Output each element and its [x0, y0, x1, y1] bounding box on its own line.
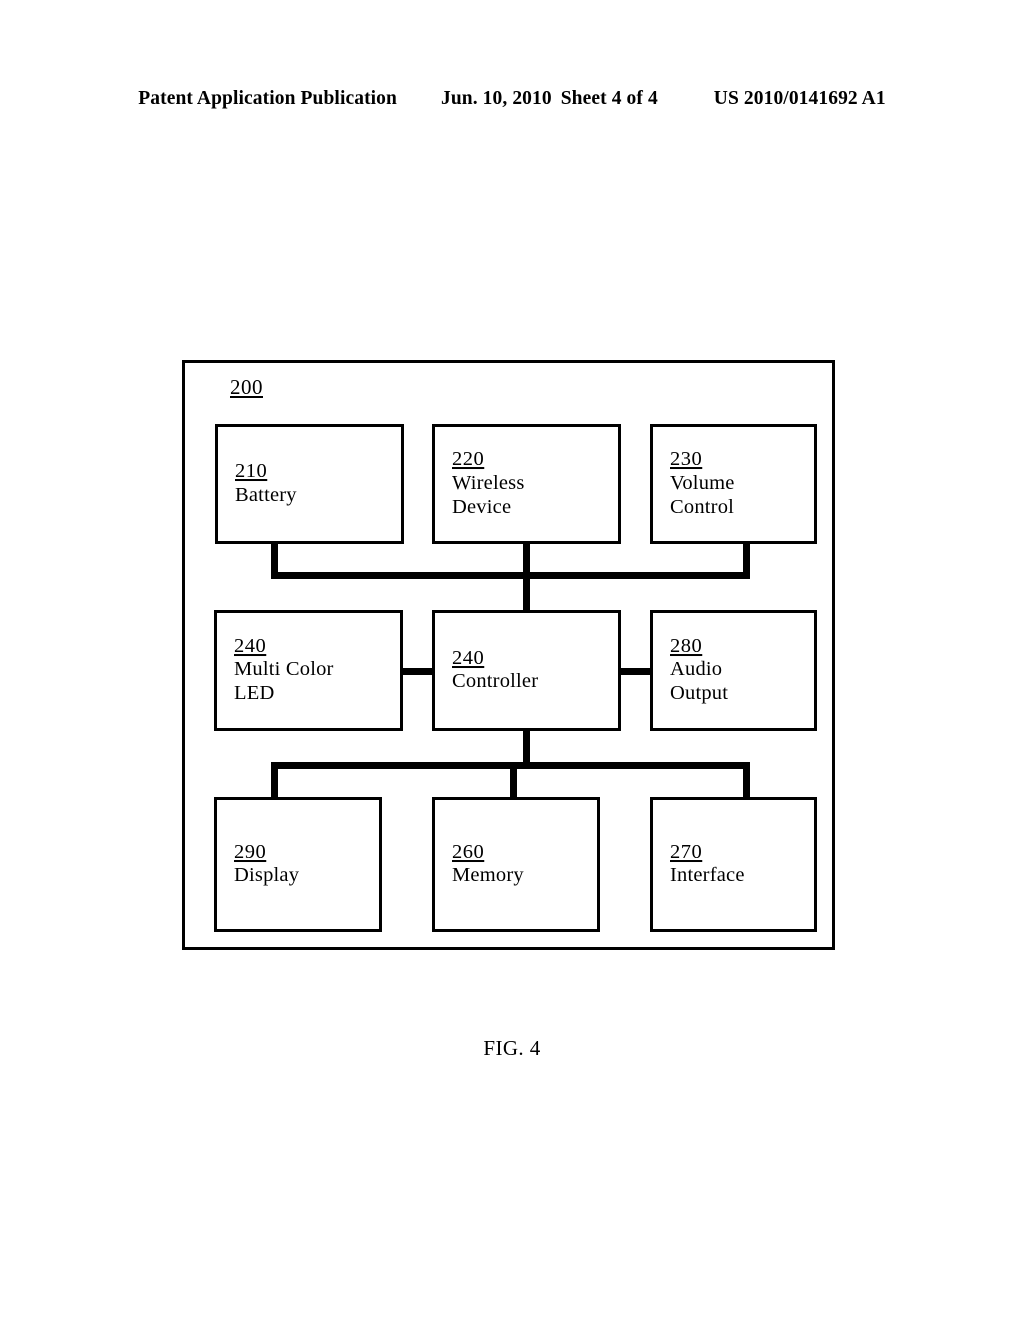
block-multi-color-led-label: Multi Color LED: [234, 658, 334, 705]
block-battery: 210 Battery: [215, 424, 404, 544]
block-audio-output-label: Audio Output: [670, 658, 729, 705]
block-memory-text: 260 Memory: [452, 841, 524, 889]
block-wireless-device-ref: 220: [452, 448, 485, 471]
publication-title: Patent Application Publication: [138, 88, 397, 109]
block-controller-text: 240 Controller: [452, 647, 538, 695]
block-interface-ref: 270: [670, 840, 703, 863]
page-header: Patent Application Publication Jun. 10, …: [0, 88, 1024, 118]
connector-led-to-controller: [400, 668, 435, 675]
block-volume-control-label: Volume Control: [670, 472, 735, 518]
block-volume-control: 230 Volume Control: [650, 424, 817, 544]
block-display: 290 Display: [214, 797, 382, 932]
block-volume-control-text: 230 Volume Control: [670, 448, 735, 520]
block-multi-color-led: 240 Multi Color LED: [214, 610, 403, 731]
block-interface-text: 270 Interface: [670, 841, 745, 889]
system-reference-numeral: 200: [230, 375, 263, 399]
block-multi-color-led-text: 240 Multi Color LED: [234, 635, 334, 707]
block-memory-label: Memory: [452, 864, 524, 887]
connector-bus-to-interface: [743, 762, 750, 800]
block-wireless-device-text: 220 Wireless Device: [452, 448, 525, 520]
connector-bus-to-memory: [510, 762, 517, 800]
block-wireless-device-label: Wireless Device: [452, 472, 525, 518]
patent-number: US 2010/0141692 A1: [713, 88, 886, 109]
block-interface-label: Interface: [670, 864, 745, 887]
block-memory: 260 Memory: [432, 797, 600, 932]
block-display-ref: 290: [234, 840, 267, 863]
figure-caption: FIG. 4: [483, 1036, 541, 1060]
sheet-number: Sheet 4 of 4: [560, 88, 658, 109]
block-audio-output-text: 280 Audio Output: [670, 635, 728, 707]
connector-controller-to-audio: [618, 668, 653, 675]
block-controller: 240 Controller: [432, 610, 621, 731]
connector-bus-to-controller: [523, 572, 530, 613]
block-controller-label: Controller: [452, 670, 539, 693]
block-controller-ref: 240: [452, 646, 485, 669]
upper-bus-line: [271, 572, 750, 579]
block-multi-color-led-ref: 240: [234, 634, 267, 657]
block-wireless-device: 220 Wireless Device: [432, 424, 621, 544]
connector-bus-to-display: [271, 762, 278, 800]
block-display-label: Display: [234, 864, 300, 887]
block-battery-ref: 210: [235, 460, 268, 483]
block-display-text: 290 Display: [234, 841, 299, 889]
block-volume-control-ref: 230: [670, 448, 703, 471]
block-audio-output-ref: 280: [670, 634, 703, 657]
block-memory-ref: 260: [452, 840, 485, 863]
block-battery-text: 210 Battery: [235, 460, 297, 508]
block-battery-label: Battery: [235, 484, 297, 506]
publication-date: Jun. 10, 2010: [440, 88, 552, 109]
block-interface: 270 Interface: [650, 797, 817, 932]
block-audio-output: 280 Audio Output: [650, 610, 817, 731]
